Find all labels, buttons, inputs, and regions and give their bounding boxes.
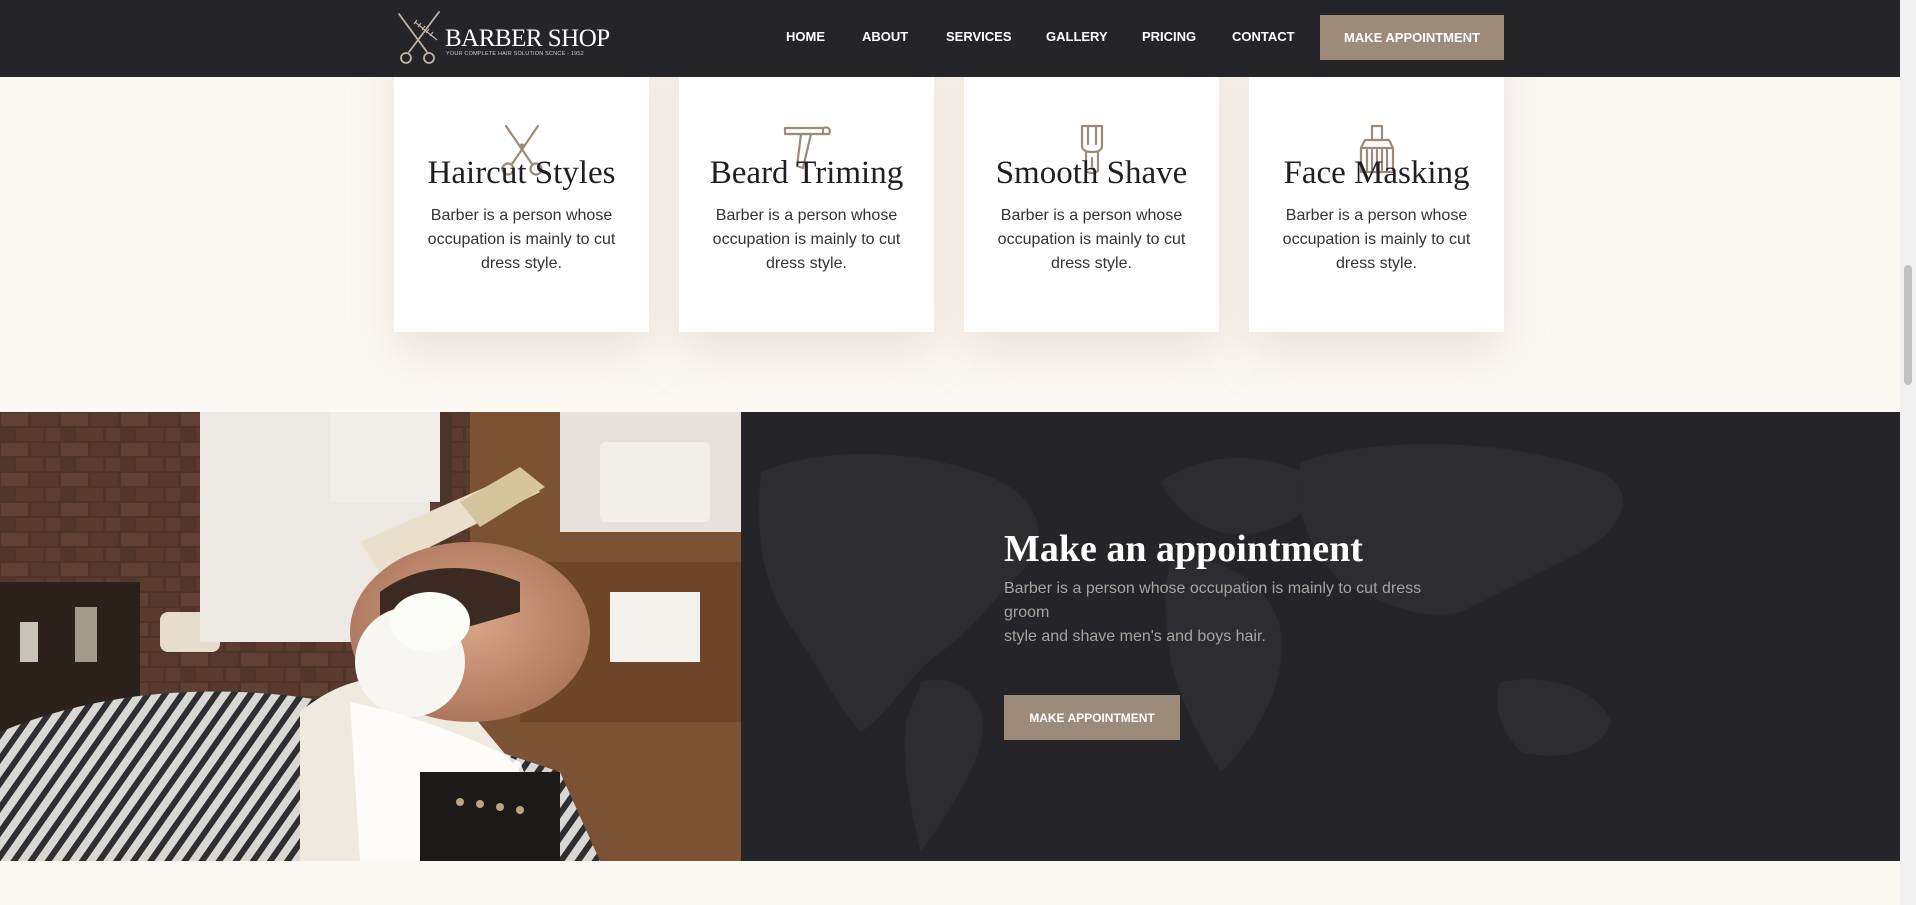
- nav-item-pricing[interactable]: PRICING: [1142, 29, 1196, 44]
- nav-item-services[interactable]: SERVICES: [946, 29, 1012, 44]
- nav-item-home[interactable]: HOME: [786, 29, 825, 44]
- nav-item-contact[interactable]: CONTACT: [1232, 29, 1295, 44]
- logo-title: BARBER SHOP: [445, 25, 610, 52]
- barber-shaving-photo: [0, 412, 741, 861]
- appointment-title: Make an appointment: [1004, 528, 1363, 570]
- service-description: Barber is a person whose occupation is m…: [712, 207, 901, 272]
- page-scrollbar[interactable]: [1900, 0, 1916, 905]
- scissors-comb-logo-icon: [398, 11, 440, 64]
- service-title: Beard Triming: [709, 155, 904, 191]
- appointment-text-line: Barber is a person whose occupation is m…: [1004, 580, 1422, 621]
- make-appointment-cta-button[interactable]: MAKE APPOINTMENT: [1004, 695, 1180, 740]
- service-description: Barber is a person whose occupation is m…: [1282, 207, 1471, 272]
- page: Haircut Styles Barber is a person whose …: [0, 0, 1916, 905]
- site-header: BARBER SHOP YOUR COMPLETE HAIR SOLUTION …: [0, 0, 1900, 77]
- logo-tagline: YOUR COMPLETE HAIR SOLUTION SCNCE - 1952: [446, 51, 584, 57]
- service-title: Smooth Shave: [995, 155, 1188, 191]
- appointment-text-line: style and shave men's and boys hair.: [1004, 628, 1266, 645]
- logo[interactable]: BARBER SHOP YOUR COMPLETE HAIR SOLUTION …: [393, 8, 610, 70]
- service-description: Barber is a person whose occupation is m…: [997, 207, 1186, 272]
- scrollbar-thumb[interactable]: [1904, 265, 1912, 385]
- nav-item-gallery[interactable]: GALLERY: [1046, 29, 1108, 44]
- nav-item-about[interactable]: ABOUT: [862, 29, 908, 44]
- next-section-start: [0, 861, 1900, 905]
- service-description: Barber is a person whose occupation is m…: [427, 207, 616, 272]
- make-appointment-button[interactable]: MAKE APPOINTMENT: [1320, 15, 1504, 60]
- service-title: Face Masking: [1283, 155, 1470, 191]
- barber-shaving-photo-image: [0, 412, 741, 861]
- appointment-text: Barber is a person whose occupation is m…: [1004, 577, 1444, 649]
- service-title: Haircut Styles: [427, 155, 616, 191]
- appointment-section: Make an appointment Barber is a person w…: [741, 412, 1900, 861]
